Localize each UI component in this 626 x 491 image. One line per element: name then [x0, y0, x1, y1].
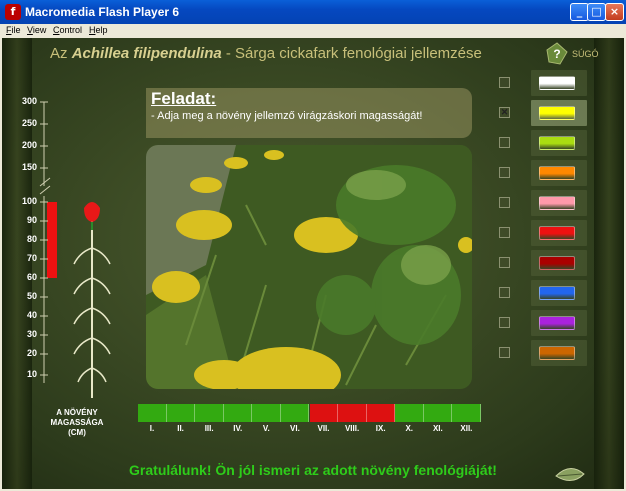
height-axis-label-line2: MAGASSÁGA (CM) [50, 418, 104, 437]
color-checkbox-yellow[interactable]: ✕ [499, 107, 510, 118]
month-label: IV. [233, 424, 243, 433]
height-tick-label: 90 [26, 215, 37, 225]
color-bar-blue [539, 286, 575, 300]
height-tick-label: 70 [26, 253, 37, 263]
color-bar-yellow-green [539, 136, 575, 150]
month-cell-11[interactable] [423, 404, 453, 422]
flash-icon: f [5, 4, 21, 20]
title-rest: - Sárga cickafark fenológiai jellemzése [221, 45, 482, 62]
title-bar[interactable]: f Macromedia Flash Player 6 _ □ × [0, 0, 626, 24]
color-swatch-yellow[interactable] [531, 100, 587, 126]
plant-photo [146, 145, 472, 389]
height-tick-label: 100 [21, 196, 37, 206]
color-checkbox-blue[interactable] [499, 287, 510, 298]
month-cell-3[interactable] [195, 404, 224, 422]
month-cell-9[interactable] [366, 404, 396, 422]
height-axis-label: A NÖVÉNY MAGASSÁGA (CM) [42, 408, 112, 438]
color-bar-red [539, 226, 575, 240]
color-bar-yellow [539, 106, 575, 120]
menu-file[interactable]: File [6, 25, 21, 35]
color-bar-pink [539, 196, 575, 210]
color-bar-orange [539, 166, 575, 180]
color-bar-purple [539, 316, 575, 330]
height-selection-bar[interactable] [47, 202, 57, 278]
flash-player-window: f Macromedia Flash Player 6 _ □ × File V… [0, 0, 626, 491]
height-tick-label: 10 [26, 369, 37, 379]
flower-stem-icon [73, 202, 111, 398]
svg-text:?: ? [553, 47, 560, 61]
height-tick-label: 250 [21, 118, 37, 128]
maximize-button[interactable]: □ [587, 3, 606, 21]
color-swatch-pink[interactable] [531, 190, 587, 216]
color-bar-white [539, 76, 575, 90]
flash-stage: Az Achillea filipendulina - Sárga cickaf… [2, 38, 624, 489]
month-label: III. [204, 424, 214, 433]
month-cell-12[interactable] [452, 404, 481, 422]
color-swatch-purple[interactable] [531, 310, 587, 336]
menu-help[interactable]: Help [89, 25, 108, 35]
height-tick-label: 50 [26, 291, 37, 301]
flowering-month-bar [138, 404, 481, 422]
menu-view[interactable]: View [27, 25, 46, 35]
month-cell-4[interactable] [223, 404, 253, 422]
month-cell-2[interactable] [166, 404, 196, 422]
height-axis-label-line1: A NÖVÉNY [56, 408, 98, 417]
height-tick-label: 150 [21, 162, 37, 172]
month-label: VII. [317, 424, 330, 433]
month-label: II. [177, 424, 184, 433]
color-swatch-orange[interactable] [531, 160, 587, 186]
color-bar-brown-orange [539, 346, 575, 360]
month-label: VIII. [344, 424, 360, 433]
height-tick-label: 40 [26, 310, 37, 320]
month-label: X. [405, 424, 414, 433]
color-checkbox-pink[interactable] [499, 197, 510, 208]
color-checkbox-brown-orange[interactable] [499, 347, 510, 358]
task-panel: Feladat: - Adja meg a növény jellemző vi… [146, 88, 472, 138]
month-cell-5[interactable] [252, 404, 281, 422]
menu-bar: File View Control Help [0, 24, 626, 38]
height-tick-label: 60 [26, 272, 37, 282]
close-button[interactable]: × [605, 3, 624, 21]
window-title: Macromedia Flash Player 6 [25, 5, 180, 19]
color-checkbox-white[interactable] [499, 77, 510, 88]
month-cell-1[interactable] [138, 404, 167, 422]
color-bar-dark-red [539, 256, 575, 270]
color-swatch-brown-orange[interactable] [531, 340, 587, 366]
month-cell-6[interactable] [280, 404, 310, 422]
help-leaf-icon[interactable]: ? [545, 42, 569, 66]
color-checkbox-yellow-green[interactable] [499, 137, 510, 148]
month-label: IX. [375, 424, 386, 433]
height-scale [39, 101, 111, 398]
task-text: - Adja meg a növény jellemző virágzáskor… [151, 110, 423, 122]
color-checkbox-dark-red[interactable] [499, 257, 510, 268]
color-checkbox-red[interactable] [499, 227, 510, 238]
color-swatch-red[interactable] [531, 220, 587, 246]
height-tick-label: 200 [21, 140, 37, 150]
height-tick-label: 20 [26, 348, 37, 358]
month-cell-7[interactable] [309, 404, 339, 422]
month-cell-10[interactable] [395, 404, 424, 422]
height-tick-label: 30 [26, 329, 37, 339]
color-swatch-dark-red[interactable] [531, 250, 587, 276]
color-swatch-white[interactable] [531, 70, 587, 96]
month-label: XI. [432, 424, 443, 433]
month-label: I. [149, 424, 155, 433]
height-tick-label: 300 [21, 96, 37, 106]
color-checkbox-purple[interactable] [499, 317, 510, 328]
color-swatch-blue[interactable] [531, 280, 587, 306]
next-leaf-icon[interactable] [554, 466, 586, 484]
help-label[interactable]: SÚGÓ [572, 49, 599, 59]
yarrow-photo-image [146, 145, 472, 389]
menu-control[interactable]: Control [53, 25, 82, 35]
color-swatch-yellow-green[interactable] [531, 130, 587, 156]
height-tick-label: 80 [26, 234, 37, 244]
forest-edge-right [594, 38, 624, 489]
month-label: VI. [290, 424, 300, 433]
month-label: V. [262, 424, 270, 433]
month-label: XII. [460, 424, 473, 433]
month-cell-8[interactable] [338, 404, 367, 422]
color-checkbox-orange[interactable] [499, 167, 510, 178]
result-message: Gratulálunk! Ön jól ismeri az adott növé… [129, 462, 497, 478]
task-title: Feladat: [151, 89, 217, 108]
